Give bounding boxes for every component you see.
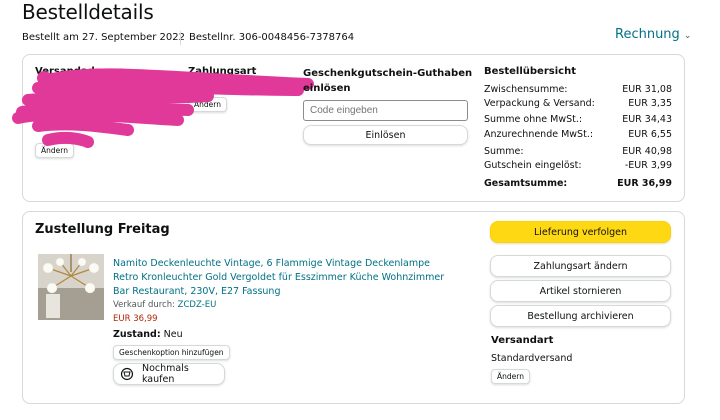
archive-order-button[interactable]: Bestellung archivieren (490, 305, 671, 327)
order-overview-heading: Bestellübersicht (484, 66, 576, 77)
product-title-link[interactable]: Namito Deckenleuchte Vintage, 6 Flammige… (113, 257, 453, 299)
invoice-label: Rechnung (615, 27, 680, 42)
summary-row: Verpackung & Versand: EUR 3,35 (484, 98, 672, 109)
shipping-type-heading: Versandart (491, 335, 554, 346)
delivery-heading: Zustellung Freitag (35, 222, 170, 237)
track-delivery-button[interactable]: Lieferung verfolgen (490, 221, 671, 243)
change-payment-button[interactable]: Zahlungsart ändern (490, 255, 671, 277)
gift-option-button[interactable]: Geschenkoption hinzufügen (113, 345, 230, 360)
condition-value: Neu (163, 329, 183, 340)
shipping-type-value: Standardversand (491, 353, 573, 364)
giftcard-heading: Geschenkgutschein-Guthaben einlösen (303, 68, 473, 94)
cancel-item-button[interactable]: Artikel stornieren (490, 280, 671, 302)
condition-label: Zustand: (113, 329, 161, 340)
giftcard-redeem-button[interactable]: Einlösen (303, 125, 468, 145)
order-date: Bestellt am 27. September 2022 (22, 32, 185, 43)
seller-label: Verkauf durch: (113, 300, 175, 310)
buy-again-button[interactable]: Nochmals kaufen (113, 363, 225, 385)
seller-link[interactable]: ZCDZ-EU (178, 300, 217, 310)
buy-again-icon (120, 367, 134, 381)
summary-row: Gutschein eingelöst: -EUR 3,99 (484, 160, 672, 171)
summary-row: Zwischensumme: EUR 31,08 (484, 84, 672, 95)
summary-row: Anzurechnende MwSt.: EUR 6,55 (484, 129, 672, 140)
meta-divider (180, 31, 181, 45)
shipping-edit-button[interactable]: Ändern (491, 369, 530, 384)
summary-row: Summe ohne MwSt.: EUR 34,43 (484, 114, 672, 125)
summary-total-row: Gesamtsumme: EUR 36,99 (484, 178, 672, 189)
order-number: Bestellnr. 306-0048456-7378764 (189, 32, 355, 43)
page-title: Bestelldetails (22, 0, 154, 24)
chevron-down-icon: ⌄ (683, 31, 692, 41)
redaction-scribble (12, 68, 314, 148)
product-image[interactable] (38, 254, 104, 320)
invoice-dropdown[interactable]: Rechnung ⌄ (615, 27, 691, 42)
condition-line: Zustand: Neu (113, 329, 183, 340)
giftcard-code-input[interactable] (303, 100, 468, 121)
product-price: EUR 36,99 (113, 314, 158, 324)
seller-line: Verkauf durch: ZCDZ-EU (113, 300, 216, 310)
summary-row: Summe: EUR 40,98 (484, 146, 672, 157)
buy-again-label: Nochmals kaufen (141, 363, 189, 385)
